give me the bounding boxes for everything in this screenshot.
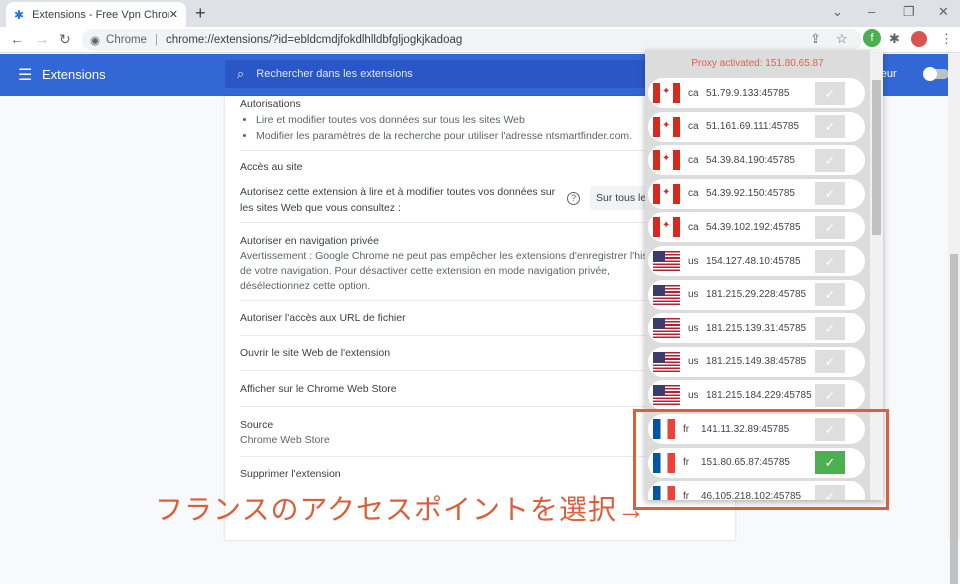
tab-search-icon[interactable]: ⌄	[832, 4, 843, 20]
flag-us-icon	[653, 284, 680, 305]
proxy-address: 181.215.149.38:45785	[706, 356, 807, 368]
select-proxy-checkbox[interactable]: ✓	[815, 148, 845, 172]
select-proxy-checkbox[interactable]: ✓	[815, 383, 845, 407]
country-code: ca	[688, 154, 699, 166]
flag-ca-icon	[653, 183, 680, 204]
select-proxy-checkbox[interactable]: ✓	[815, 283, 845, 307]
select-proxy-checkbox[interactable]: ✓	[815, 182, 845, 206]
flag-ca-icon	[653, 150, 680, 171]
select-proxy-checkbox[interactable]: ✓	[815, 81, 845, 105]
tab-title: Extensions - Free Vpn Chrome - Free	[32, 8, 169, 21]
country-code: ca	[688, 87, 699, 99]
proxy-address: 54.39.102.192:45785	[706, 221, 801, 233]
minimize-button[interactable]: –	[868, 4, 875, 19]
chrome-icon: ◉	[90, 35, 101, 47]
proxy-row[interactable]: ca 51.161.69.111:45785 ✓	[648, 111, 865, 142]
proxy-address: 54.39.92.150:45785	[706, 188, 795, 200]
flag-us-icon	[653, 351, 680, 372]
proxy-row[interactable]: ca 54.39.102.192:45785 ✓	[648, 212, 865, 243]
bookmark-star-icon[interactable]: ☆	[836, 31, 848, 47]
reload-button[interactable]: ↻	[59, 31, 71, 48]
select-proxy-checkbox[interactable]: ✓	[815, 115, 845, 139]
country-code: us	[688, 389, 699, 401]
site-access-text: Autorisez cette extension à lire et à mo…	[240, 186, 556, 214]
country-code: ca	[688, 188, 699, 200]
help-icon[interactable]: ?	[567, 192, 580, 205]
proxy-row[interactable]: us 181.215.149.38:45785 ✓	[648, 346, 865, 377]
hamburger-icon[interactable]: ☰	[18, 65, 32, 85]
select-proxy-checkbox[interactable]: ✓	[815, 249, 845, 273]
puzzle-icon: ✱	[14, 7, 25, 22]
proxy-row[interactable]: us 181.215.184.229:45785 ✓	[648, 380, 865, 411]
annotation-caption: フランスのアクセスポイントを選択→	[155, 494, 647, 525]
country-code: us	[688, 289, 699, 301]
back-button[interactable]: ←	[10, 31, 24, 47]
search-icon: ⌕	[237, 66, 245, 81]
proxy-row[interactable]: ca 54.39.92.150:45785 ✓	[648, 178, 865, 209]
vpn-extension-icon[interactable]: f	[863, 29, 881, 47]
share-icon[interactable]: ⇪	[810, 31, 821, 47]
country-code: ca	[688, 221, 699, 233]
search-input[interactable]: ⌕ Rechercher dans les extensions	[225, 60, 655, 88]
country-code: us	[688, 322, 699, 334]
proxy-status: Proxy activated: 151.80.65.87	[691, 58, 824, 69]
close-window-button[interactable]: ✕	[938, 4, 949, 20]
select-proxy-checkbox[interactable]: ✓	[815, 316, 845, 340]
proxy-row[interactable]: us 181.215.139.31:45785 ✓	[648, 313, 865, 344]
country-code: us	[688, 356, 699, 368]
new-tab-button[interactable]: +	[195, 3, 206, 24]
flag-ca-icon	[653, 217, 680, 238]
highlight-box	[633, 409, 889, 510]
flag-us-icon	[653, 251, 680, 271]
search-placeholder: Rechercher dans les extensions	[256, 68, 413, 80]
proxy-address: 181.215.29.228:45785	[706, 289, 807, 301]
tab-strip: ✱ Extensions - Free Vpn Chrome - Free ✕ …	[0, 0, 960, 27]
proxy-address: 51.79.9.133:45785	[706, 87, 790, 99]
address-bar[interactable]: ◉ Chrome | chrome://extensions/?id=ebldc…	[82, 29, 862, 51]
proxy-row[interactable]: us 154.127.48.10:45785 ✓	[648, 246, 865, 276]
country-code: ca	[688, 121, 699, 133]
omnibox-label: Chrome	[106, 34, 147, 46]
page-scrollbar[interactable]	[948, 54, 960, 584]
flag-ca-icon	[653, 83, 680, 103]
incognito-warning: Avertissement : Google Chrome ne peut pa…	[240, 250, 680, 292]
country-code: us	[688, 255, 699, 267]
tab-extensions[interactable]: ✱ Extensions - Free Vpn Chrome - Free ✕	[6, 2, 186, 27]
proxy-row[interactable]: us 181.215.29.228:45785 ✓	[648, 279, 865, 310]
restore-button[interactable]: ❐	[903, 4, 915, 20]
developer-mode-toggle[interactable]	[923, 67, 949, 81]
proxy-row[interactable]: ca 54.39.84.190:45785 ✓	[648, 145, 865, 176]
flag-ca-icon	[653, 116, 680, 137]
select-proxy-checkbox[interactable]: ✓	[815, 215, 845, 239]
proxy-row[interactable]: ca 51.79.9.133:45785 ✓	[648, 78, 865, 108]
proxy-address: 51.161.69.111:45785	[706, 121, 800, 133]
profile-avatar[interactable]	[911, 31, 927, 47]
close-tab-icon[interactable]: ✕	[169, 8, 178, 21]
extensions-puzzle-icon[interactable]: ✱	[889, 31, 900, 47]
menu-kebab-icon[interactable]: ⋮	[940, 31, 953, 47]
flag-us-icon	[653, 318, 680, 339]
flag-us-icon	[653, 385, 680, 406]
page-title: Extensions	[42, 67, 106, 82]
url-text[interactable]: chrome://extensions/?id=ebldcmdjfokdlhll…	[166, 34, 462, 46]
proxy-address: 54.39.84.190:45785	[706, 154, 795, 166]
proxy-address: 181.215.184.229:45785	[706, 389, 812, 401]
forward-button[interactable]: →	[35, 31, 49, 47]
select-proxy-checkbox[interactable]: ✓	[815, 350, 845, 374]
proxy-address: 181.215.139.31:45785	[706, 322, 807, 334]
proxy-address: 154.127.48.10:45785	[706, 255, 801, 267]
